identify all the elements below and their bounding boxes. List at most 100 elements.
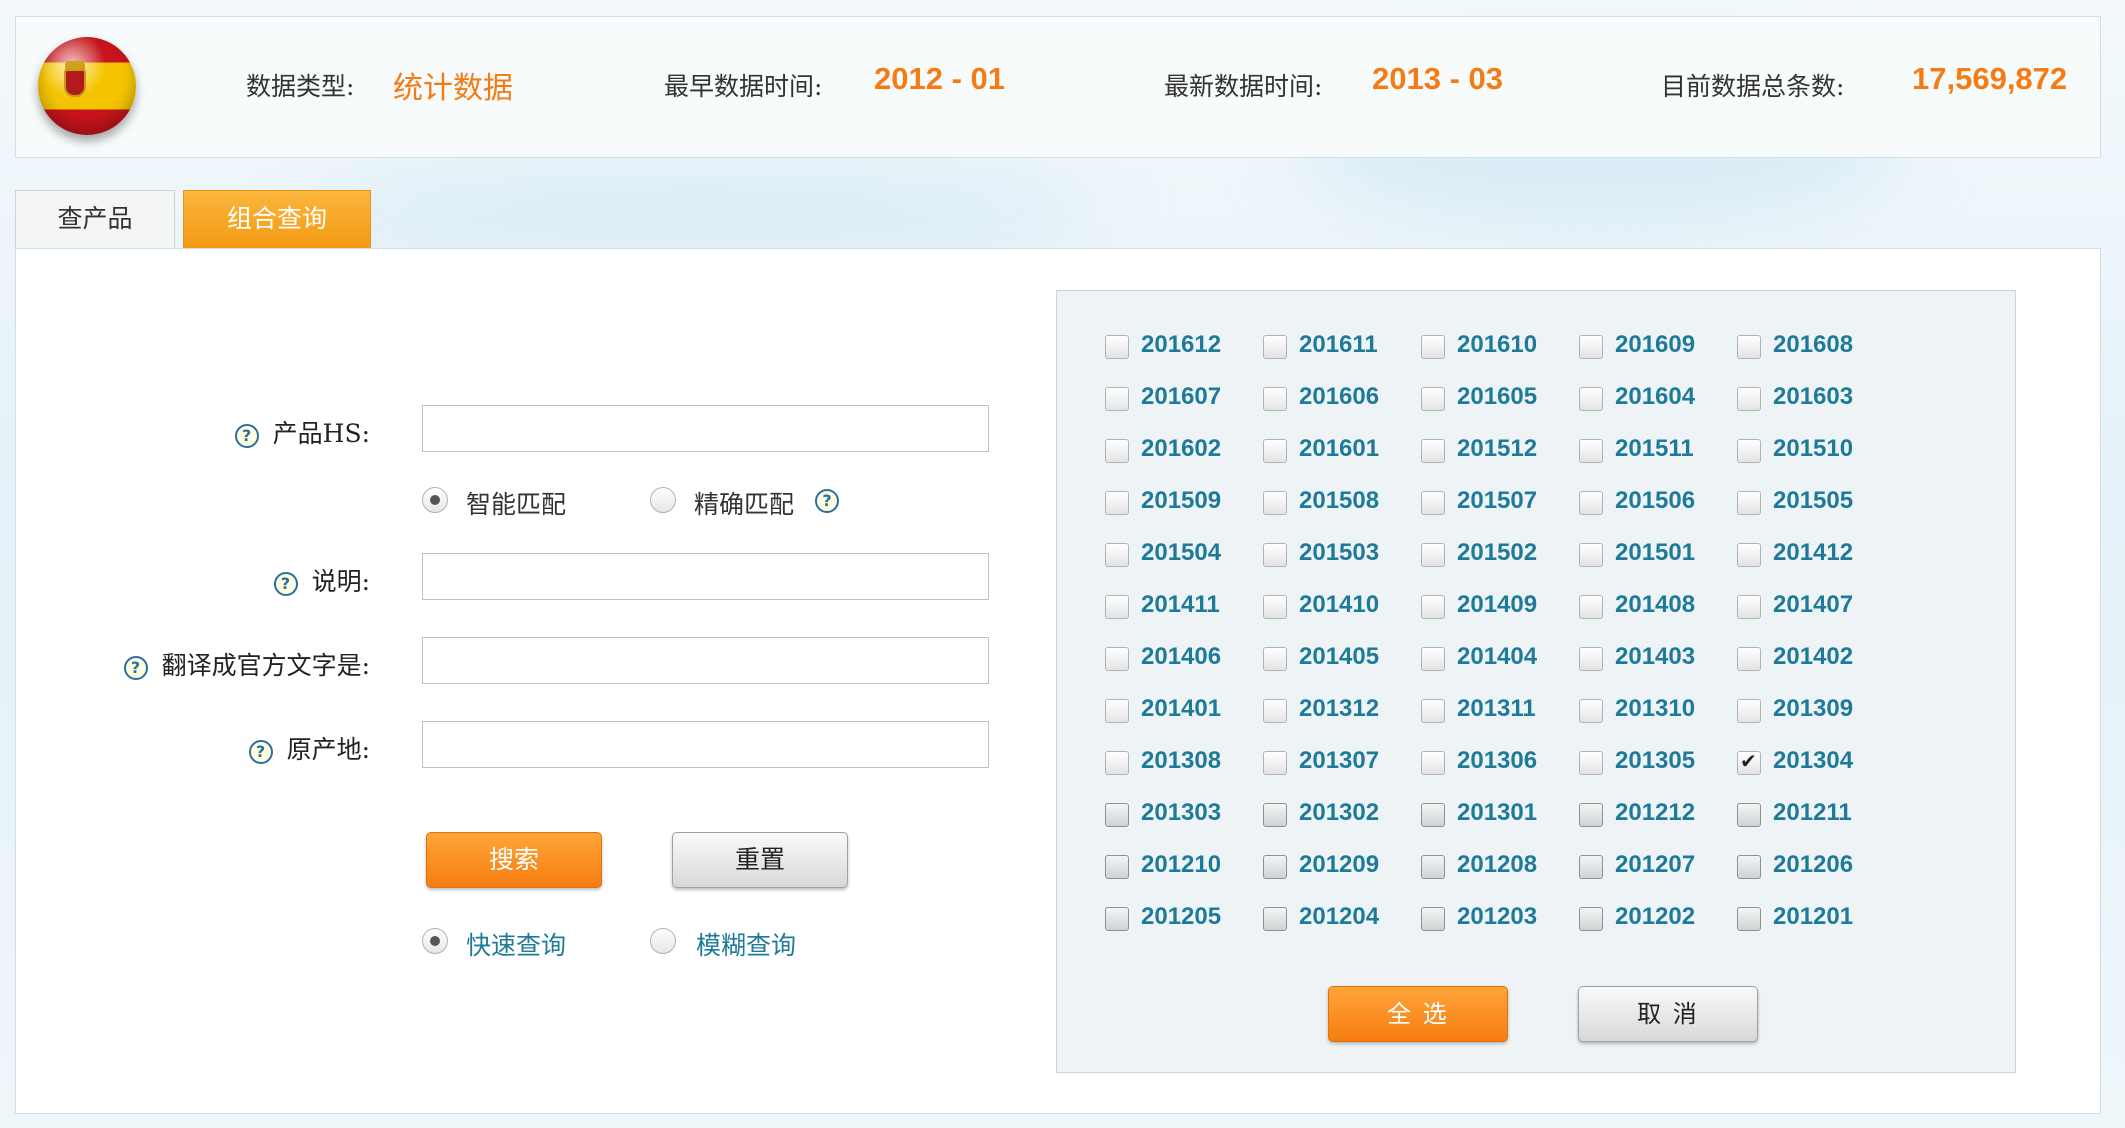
date-checkbox[interactable] [1421, 491, 1445, 515]
date-checkbox[interactable] [1263, 543, 1287, 567]
search-button[interactable]: 搜索 [426, 832, 602, 888]
date-checkbox[interactable] [1263, 387, 1287, 411]
date-checkbox[interactable] [1579, 595, 1603, 619]
description-input[interactable] [422, 553, 989, 600]
date-option[interactable]: 201506 [1579, 487, 1729, 523]
date-option[interactable]: 201302 [1263, 799, 1413, 835]
date-checkbox[interactable] [1421, 751, 1445, 775]
date-option[interactable]: 201502 [1421, 539, 1571, 575]
date-option[interactable]: 201401 [1105, 695, 1255, 731]
exact-match-radio[interactable] [650, 487, 676, 513]
date-checkbox[interactable] [1263, 855, 1287, 879]
date-checkbox[interactable] [1737, 907, 1761, 931]
date-checkbox[interactable] [1105, 803, 1129, 827]
date-option[interactable]: 201512 [1421, 435, 1571, 471]
date-checkbox[interactable] [1737, 855, 1761, 879]
date-checkbox[interactable] [1105, 699, 1129, 723]
date-option[interactable]: 201608 [1737, 331, 1887, 367]
date-option[interactable]: 201605 [1421, 383, 1571, 419]
date-checkbox[interactable] [1737, 543, 1761, 567]
date-option[interactable]: 201305 [1579, 747, 1729, 783]
date-option[interactable]: 201505 [1737, 487, 1887, 523]
question-help-icon[interactable]: ? [234, 423, 259, 448]
date-checkbox[interactable] [1737, 387, 1761, 411]
date-option[interactable]: 201604 [1579, 383, 1729, 419]
date-option[interactable]: 201504 [1105, 539, 1255, 575]
date-checkbox[interactable] [1263, 491, 1287, 515]
tab-combined-query[interactable]: 组合查询 [183, 190, 371, 248]
date-checkbox[interactable] [1579, 647, 1603, 671]
date-checkbox[interactable] [1421, 595, 1445, 619]
hs-code-input[interactable] [422, 405, 989, 452]
date-option[interactable]: 201202 [1579, 903, 1729, 939]
date-option[interactable]: 201308 [1105, 747, 1255, 783]
question-help-icon[interactable]: ? [815, 489, 839, 513]
date-option[interactable]: 201208 [1421, 851, 1571, 887]
date-checkbox[interactable] [1421, 543, 1445, 567]
date-checkbox[interactable] [1579, 907, 1603, 931]
date-option[interactable]: 201606 [1263, 383, 1413, 419]
date-option[interactable]: 201212 [1579, 799, 1729, 835]
date-option[interactable]: 201204 [1263, 903, 1413, 939]
date-checkbox[interactable] [1737, 491, 1761, 515]
date-checkbox[interactable] [1579, 439, 1603, 463]
date-checkbox[interactable] [1105, 491, 1129, 515]
date-option[interactable]: 201407 [1737, 591, 1887, 627]
date-option[interactable]: 201209 [1263, 851, 1413, 887]
date-option[interactable]: 201612 [1105, 331, 1255, 367]
date-checkbox[interactable] [1579, 855, 1603, 879]
tab-product-search[interactable]: 查产品 [15, 190, 175, 248]
date-option[interactable]: 201205 [1105, 903, 1255, 939]
date-option[interactable]: 201607 [1105, 383, 1255, 419]
date-checkbox[interactable] [1579, 387, 1603, 411]
date-option[interactable]: 201404 [1421, 643, 1571, 679]
date-option[interactable]: 201511 [1579, 435, 1729, 471]
date-checkbox[interactable] [1579, 699, 1603, 723]
date-checkbox[interactable] [1421, 907, 1445, 931]
date-option[interactable]: 201203 [1421, 903, 1571, 939]
date-checkbox[interactable] [1737, 749, 1761, 775]
date-checkbox[interactable] [1737, 803, 1761, 827]
date-option[interactable]: 201207 [1579, 851, 1729, 887]
select-all-button[interactable]: 全 选 [1328, 986, 1508, 1042]
date-option[interactable]: 201509 [1105, 487, 1255, 523]
date-option[interactable]: 201405 [1263, 643, 1413, 679]
date-option[interactable]: 201609 [1579, 331, 1729, 367]
date-checkbox[interactable] [1263, 699, 1287, 723]
date-checkbox[interactable] [1737, 595, 1761, 619]
date-checkbox[interactable] [1737, 647, 1761, 671]
date-option[interactable]: 201603 [1737, 383, 1887, 419]
date-option[interactable]: 201602 [1105, 435, 1255, 471]
translation-input[interactable] [422, 637, 989, 684]
date-option[interactable]: 201307 [1263, 747, 1413, 783]
date-checkbox[interactable] [1421, 335, 1445, 359]
date-checkbox[interactable] [1263, 751, 1287, 775]
origin-input[interactable] [422, 721, 989, 768]
date-option[interactable]: 201210 [1105, 851, 1255, 887]
date-option[interactable]: 201403 [1579, 643, 1729, 679]
date-option[interactable]: 201311 [1421, 695, 1571, 731]
date-checkbox[interactable] [1579, 803, 1603, 827]
smart-match-radio[interactable] [422, 487, 448, 513]
date-checkbox[interactable] [1737, 335, 1761, 359]
date-option[interactable]: 201610 [1421, 331, 1571, 367]
date-option[interactable]: 201304 [1737, 747, 1887, 783]
date-checkbox[interactable] [1579, 335, 1603, 359]
cancel-selection-button[interactable]: 取 消 [1578, 986, 1758, 1042]
question-help-icon[interactable]: ? [248, 739, 273, 764]
date-option[interactable]: 201211 [1737, 799, 1887, 835]
date-option[interactable]: 201312 [1263, 695, 1413, 731]
date-checkbox[interactable] [1421, 699, 1445, 723]
date-checkbox[interactable] [1421, 855, 1445, 879]
date-option[interactable]: 201301 [1421, 799, 1571, 835]
date-option[interactable]: 201412 [1737, 539, 1887, 575]
date-option[interactable]: 201601 [1263, 435, 1413, 471]
date-checkbox[interactable] [1105, 595, 1129, 619]
date-option[interactable]: 201309 [1737, 695, 1887, 731]
date-checkbox[interactable] [1421, 387, 1445, 411]
date-option[interactable]: 201611 [1263, 331, 1413, 367]
date-option[interactable]: 201410 [1263, 591, 1413, 627]
date-checkbox[interactable] [1579, 543, 1603, 567]
date-checkbox[interactable] [1105, 387, 1129, 411]
date-checkbox[interactable] [1105, 855, 1129, 879]
